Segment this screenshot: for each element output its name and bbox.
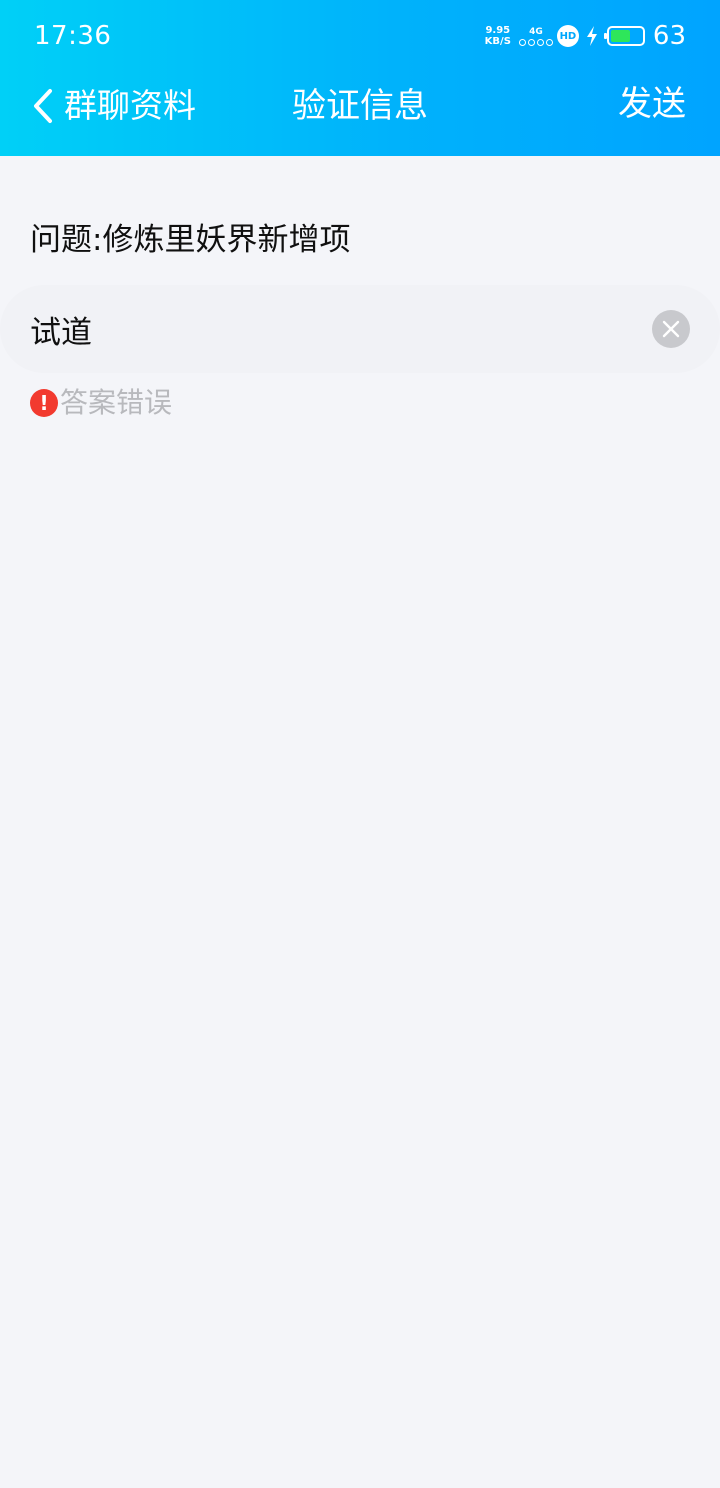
bolt-icon [585, 25, 599, 47]
signal-icon: 4G [518, 26, 553, 46]
nav-bar: 群聊资料 验证信息 发送 [0, 72, 720, 156]
clear-button[interactable] [652, 310, 690, 348]
battery-fill [610, 30, 630, 42]
send-button[interactable]: 发送 [618, 80, 686, 128]
hd-badge-icon: HD [556, 25, 579, 47]
status-icons: 9.95 KB/S 4G HD 63 [485, 18, 686, 54]
error-message: ! 答案错误 [30, 383, 172, 423]
signal-dot [545, 38, 553, 46]
signal-dot [527, 38, 535, 46]
network-speed-unit: KB/S [484, 36, 511, 47]
status-bar: 17:36 9.95 KB/S 4G HD 63 [0, 0, 720, 72]
header: 17:36 9.95 KB/S 4G HD 63 群聊资料 验证信息 发送 [0, 0, 720, 156]
back-button[interactable]: 群聊资料 [30, 82, 196, 130]
back-label: 群聊资料 [64, 86, 196, 125]
signal-label: 4G [529, 26, 543, 37]
network-speed: 9.95 KB/S [485, 25, 511, 47]
close-icon [662, 320, 680, 338]
status-time: 17:36 [34, 21, 112, 51]
exclamation-circle-icon: ! [30, 389, 58, 417]
signal-dots [518, 38, 553, 46]
battery-level: 63 [652, 21, 686, 51]
network-speed-value: 9.95 [485, 25, 511, 36]
question-label: 问题:修炼里妖界新增项 [30, 222, 351, 258]
signal-dot [518, 38, 526, 46]
error-text: 答案错误 [60, 386, 173, 419]
answer-field [0, 285, 720, 373]
signal-dot [536, 38, 544, 46]
chevron-left-icon [34, 89, 52, 123]
battery-icon [603, 26, 645, 46]
answer-input[interactable] [30, 285, 630, 373]
